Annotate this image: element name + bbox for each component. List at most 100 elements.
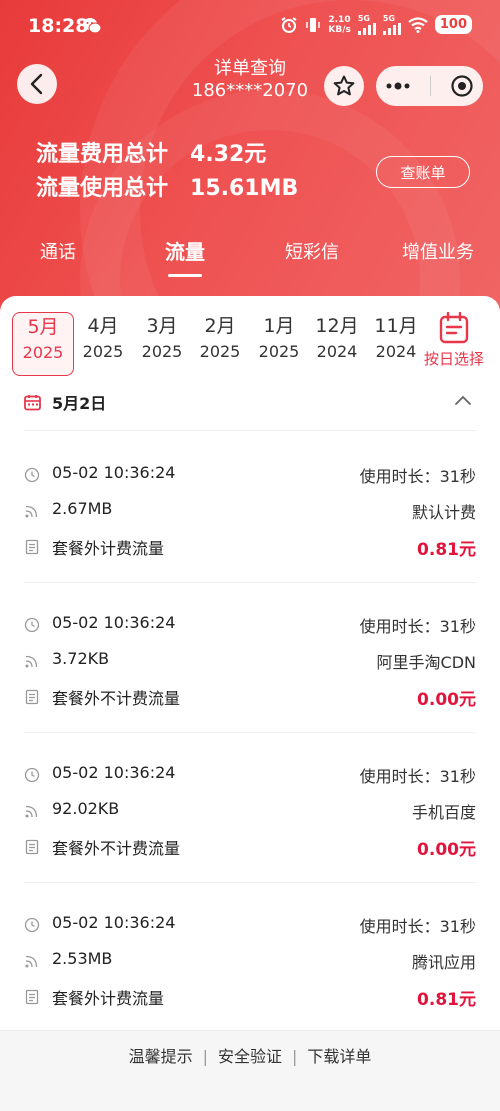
status-icons: 2.10 KB/s 5G 5G 100 [280,14,472,35]
more-icon[interactable] [385,81,411,91]
signal-wave-icon [25,805,38,818]
signal-wave-icon [25,955,38,968]
record-size-row: 2.53MB 腾讯应用 [24,949,476,973]
record-size: 2.67MB [52,499,113,518]
chevron-left-icon [30,73,43,95]
month-item[interactable]: 12月 2024 [306,312,368,376]
page-title: 详单查询 186****2070 [150,58,350,102]
month-selector: 5月 2025 4月 2025 3月 2025 2月 2025 1月 2025 … [0,296,500,382]
signal-2: 5G [382,14,401,35]
net-speed: 2.10 KB/s [328,14,351,35]
record-size-row: 3.72KB 阿里手淘CDN [24,649,476,673]
record-duration: 使用时长：31秒 [359,467,476,486]
divider [24,732,476,733]
vibrate-icon [306,17,321,32]
pick-by-day-button[interactable]: 按日选择 [418,311,490,369]
tips-link[interactable]: 温馨提示 [129,1047,193,1066]
fee-total-label: 流量费用总计 [36,142,169,167]
favorite-button[interactable] [324,66,364,106]
record-size: 2.53MB [52,949,113,968]
document-icon [25,839,39,855]
detail-list-panel: 5月 2025 4月 2025 3月 2025 2月 2025 1月 2025 … [0,296,500,1111]
record-size-row: 92.02KB 手机百度 [24,799,476,823]
record-size: 3.72KB [52,649,110,668]
phone-number: 186****2070 [191,80,309,101]
record-fee-row: 套餐外计费流量 0.81元 [24,535,476,560]
record-time: 05-02 10:36:24 [52,913,176,932]
star-icon [333,75,355,96]
record-time-row: 05-02 10:36:24 使用时长：31秒 [24,913,476,937]
signal-bars-icon [382,23,401,35]
record-fee: 0.00元 [417,840,476,860]
wechat-notification-icon [83,18,102,34]
usage-total-label: 流量使用总计 [36,176,169,201]
usage-total-row: 流量使用总计 15.61MB [36,172,298,206]
record-app: 手机百度 [411,803,476,822]
back-button[interactable] [17,64,57,104]
record-app: 默认计费 [411,503,476,522]
record-type: 套餐外计费流量 [52,989,165,1008]
calendar-icon [439,311,469,344]
clock-icon [24,617,40,633]
record-fee: 0.00元 [417,690,476,710]
capsule-divider [429,76,431,96]
mini-program-capsule [376,66,483,106]
record-type: 套餐外不计费流量 [52,839,181,858]
usage-total-value: 15.61MB [190,176,299,201]
record-fee-row: 套餐外计费流量 0.81元 [24,985,476,1010]
security-verify-link[interactable]: 安全验证 [218,1047,282,1066]
signal-1: 5G [357,14,376,35]
footer-links: 温馨提示 | 安全验证 | 下载详单 [0,1043,500,1067]
record-fee-row: 套餐外不计费流量 0.00元 [24,685,476,710]
fee-total-value: 4.32元 [190,142,267,167]
signal-wave-icon [25,505,38,518]
alarm-icon [281,16,297,33]
close-target-icon[interactable] [450,74,474,98]
document-icon [25,989,39,1005]
record-size-row: 2.67MB 默认计费 [24,499,476,523]
day-group-header[interactable]: 5月2日 [24,390,476,418]
record-time-row: 05-02 10:36:24 使用时长：31秒 [24,613,476,637]
record-time-row: 05-02 10:36:24 使用时长：31秒 [24,763,476,787]
tab-data[interactable]: 流量 [165,236,205,265]
category-tabs: 通话 流量 短彩信 增值业务 [0,238,500,278]
clock-icon [24,767,40,783]
signal-wave-icon [25,655,38,668]
month-item[interactable]: 3月 2025 [131,312,193,376]
signal-bars-icon [357,23,376,35]
document-icon [25,539,39,555]
clock-icon [24,917,40,933]
month-item[interactable]: 2月 2025 [189,312,251,376]
record-duration: 使用时长：31秒 [359,617,476,636]
record-size: 92.02KB [52,799,120,818]
month-item[interactable]: 4月 2025 [72,312,134,376]
record-fee-row: 套餐外不计费流量 0.00元 [24,835,476,860]
footer-bar: 温馨提示 | 安全验证 | 下载详单 [0,1030,500,1111]
summary-block: 流量费用总计 4.32元 流量使用总计 15.61MB [36,138,298,206]
month-item[interactable]: 1月 2025 [248,312,310,376]
battery-indicator: 100 [434,15,472,34]
calendar-small-icon [24,395,41,411]
tab-calls[interactable]: 通话 [40,238,76,264]
record-time-row: 05-02 10:36:24 使用时长：31秒 [24,463,476,487]
divider [24,582,476,583]
record-app: 阿里手淘CDN [376,653,476,672]
footer-separator: | [292,1047,298,1066]
view-bill-button[interactable]: 查账单 [376,156,470,188]
divider [24,430,476,431]
footer-separator: | [202,1047,208,1066]
download-detail-link[interactable]: 下载详单 [307,1047,371,1066]
data-record: 05-02 10:36:24 使用时长：31秒 2.67MB 默认计费 套餐外计… [24,463,476,613]
status-time: 18:28 [28,15,89,37]
data-record: 05-02 10:36:24 使用时长：31秒 92.02KB 手机百度 套餐外… [24,763,476,913]
tab-value-added[interactable]: 增值业务 [402,238,474,264]
chevron-up-icon [455,395,471,405]
record-time: 05-02 10:36:24 [52,613,176,632]
data-record: 05-02 10:36:24 使用时长：31秒 3.72KB 阿里手淘CDN 套… [24,613,476,763]
day-group-date: 5月2日 [52,394,107,413]
record-duration: 使用时长：31秒 [359,917,476,936]
tab-sms[interactable]: 短彩信 [285,238,339,264]
document-icon [25,689,39,705]
record-time: 05-02 10:36:24 [52,763,176,782]
month-item-selected[interactable]: 5月 2025 [12,312,74,376]
